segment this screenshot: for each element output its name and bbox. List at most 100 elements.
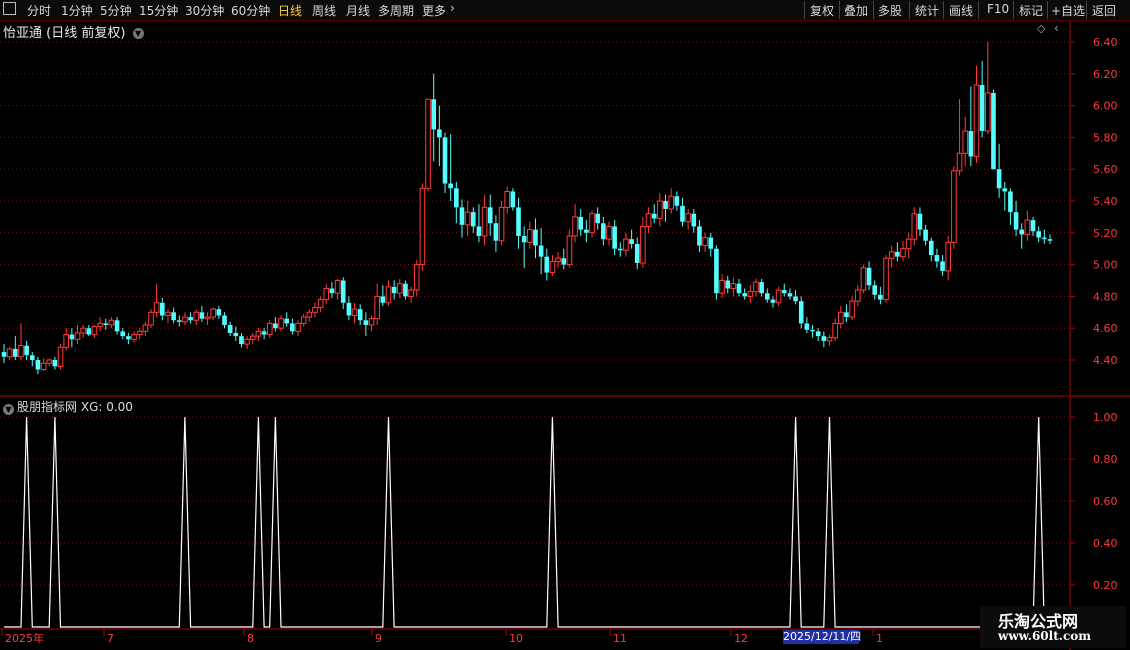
candle-body [1036,231,1041,238]
x-tick-label: 11 [613,632,627,645]
candle-body [1019,229,1025,235]
candle [770,296,776,308]
candle-body [578,216,584,230]
candle-body [431,99,437,130]
candle-body [934,255,940,262]
candle [527,221,533,249]
candle [40,358,47,372]
candle [408,286,414,303]
candle-body [334,280,341,294]
candle [80,325,86,338]
overlay-button[interactable]: 叠加 [844,2,868,19]
separator [804,1,805,19]
candle [589,210,595,238]
candle [204,312,211,326]
candle-body [160,302,165,316]
tab-15min[interactable]: 15分钟 [139,2,178,19]
candle-body [300,316,307,324]
add-watchlist-button[interactable]: +自选 [1051,2,1085,19]
tab-1min[interactable]: 1分钟 [61,2,93,19]
candle [804,317,810,333]
back-button[interactable]: 返回 [1092,2,1116,19]
candle-body [640,225,646,264]
candle [719,274,725,298]
candle-body [634,243,640,264]
candle-body [702,237,708,247]
candle-body [148,311,154,326]
candle-body [838,311,844,324]
candle [210,307,216,321]
candle [991,89,996,170]
candle-body [872,285,878,295]
indicator-title: ▼ 股朋指标网 XG: 0.00 [3,398,133,415]
candle-body [854,289,861,302]
chevron-down-icon[interactable]: ▼ [3,404,14,415]
candle-body [730,283,737,289]
tab-60min[interactable]: 60分钟 [231,2,270,19]
candle-body [663,201,668,209]
candle-body [46,359,53,364]
candle-body [80,327,86,334]
fuquan-button[interactable]: 复权 [810,2,834,19]
candle-body [764,293,770,300]
candle [306,309,313,322]
candle-body [826,337,833,342]
candlestick-series[interactable] [1,42,1053,375]
candle-body [40,362,47,371]
candle-body [18,345,24,358]
candle [640,216,646,268]
candle-body [284,318,290,324]
f10-button[interactable]: F10 [987,2,1009,16]
statistics-button[interactable]: 统计 [915,2,939,19]
candle [278,315,284,332]
candle-body [24,345,29,356]
candle-body [775,289,782,304]
candle-body [210,308,216,318]
candle-body [481,206,488,237]
tab-monthly[interactable]: 月线 [346,2,370,19]
candle-body [1,352,7,357]
chevron-right-icon[interactable]: › [450,1,455,15]
x-tick-label: 2025年 [5,631,44,645]
candle [996,143,1002,198]
tab-weekly[interactable]: 周线 [312,2,336,19]
window-restore-icon[interactable] [3,2,16,15]
candle [623,232,629,257]
tab-daily[interactable]: 日线 [278,2,302,19]
candle [120,328,126,340]
candle [566,229,573,268]
y-tick-label: 5.20 [1093,227,1118,240]
mark-button[interactable]: 标记 [1019,2,1043,19]
diamond-icon[interactable]: ◇ [1037,22,1045,35]
tab-fenshi[interactable]: 分时 [27,2,51,19]
candle [973,65,980,163]
candle-body [391,286,397,294]
multi-stock-button[interactable]: 多股 [878,2,902,19]
draw-line-button[interactable]: 画线 [949,2,973,19]
chevron-down-icon[interactable]: ▼ [132,28,144,39]
candle-body [6,348,13,358]
candle [273,317,278,332]
tab-more[interactable]: 更多 [422,2,446,19]
candle [905,232,912,259]
watermark: 乐淘公式网 www.60lt.com [980,606,1126,648]
candle [736,278,742,297]
tab-5min[interactable]: 5分钟 [100,2,132,19]
candle [171,307,176,324]
candle-body [340,280,346,303]
candle [481,194,488,246]
candle-body [798,301,804,324]
candle-body [878,294,883,300]
candle [131,331,137,343]
candle [295,320,301,337]
candle [108,317,115,329]
candle [233,326,239,341]
tab-30min[interactable]: 30分钟 [185,2,224,19]
candle [702,232,708,252]
chevron-left-icon[interactable]: ‹ [1054,21,1059,35]
indicator-series[interactable] [4,416,1050,628]
candle [114,317,120,335]
candle-body [747,291,754,297]
candle [940,255,945,276]
tab-multi-period[interactable]: 多周期 [378,2,414,19]
